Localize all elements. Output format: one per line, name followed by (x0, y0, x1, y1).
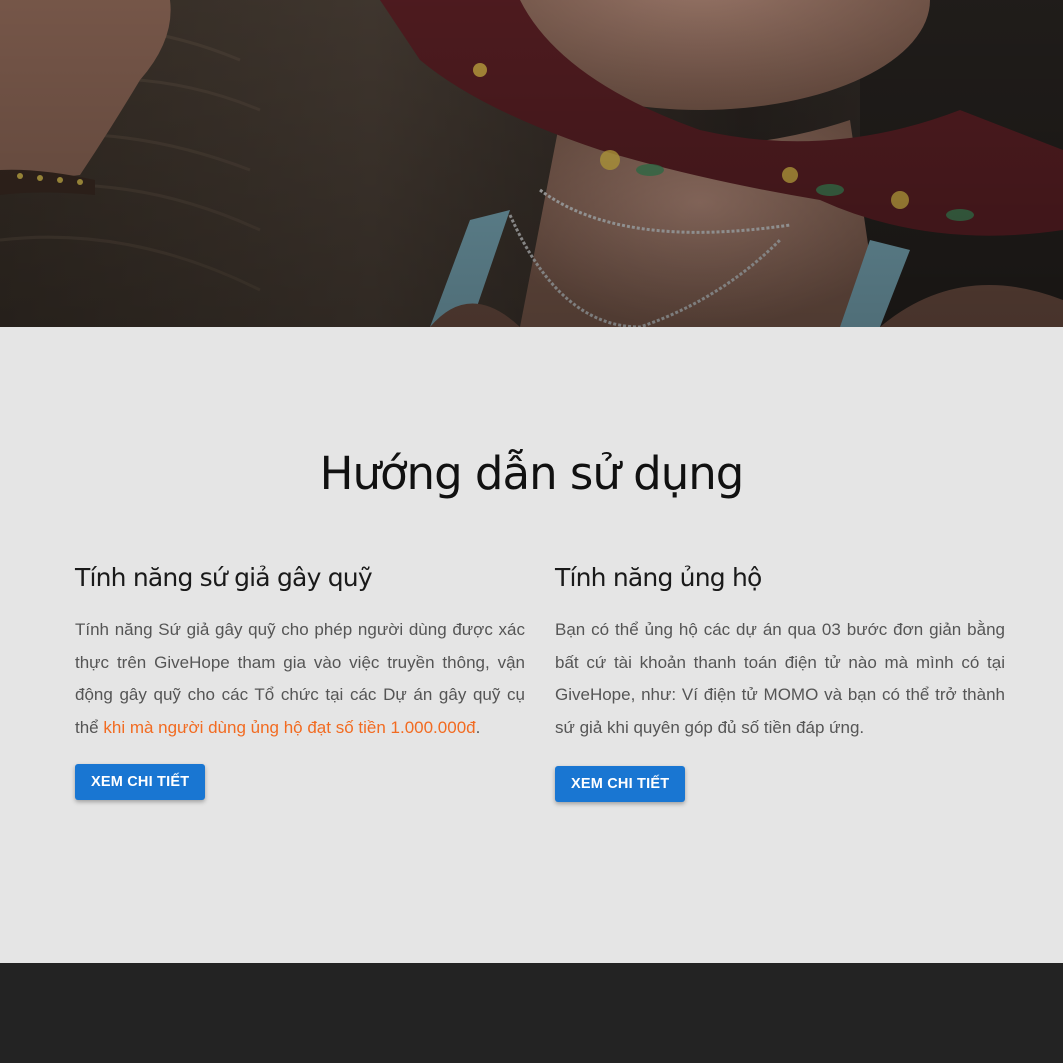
footer (0, 963, 1063, 1063)
feature-description: Bạn có thể ủng hộ các dự án qua 03 bước … (555, 620, 1005, 737)
section-title: Hướng dẫn sử dụng (319, 447, 745, 500)
feature-title: Tính năng sứ giả gây quỹ (75, 563, 373, 592)
description-highlight: khi mà người dùng ủng hộ đạt số tiền 1.0… (103, 717, 476, 737)
view-details-button[interactable]: XEM CHI TIẾT (75, 764, 206, 800)
feature-ambassador: Tính năng sứ giả gây quỹ Tính năng Sứ gi… (75, 560, 525, 800)
description-end: . (475, 717, 481, 737)
feature-donate: Tính năng ủng hộ Bạn có thể ủng hộ các d… (555, 560, 1005, 802)
view-details-button[interactable]: XEM CHI TIẾT (555, 766, 686, 802)
feature-description: Tính năng Sứ giả gây quỹ cho phép người … (75, 614, 525, 744)
feature-title: Tính năng ủng hộ (555, 563, 762, 592)
